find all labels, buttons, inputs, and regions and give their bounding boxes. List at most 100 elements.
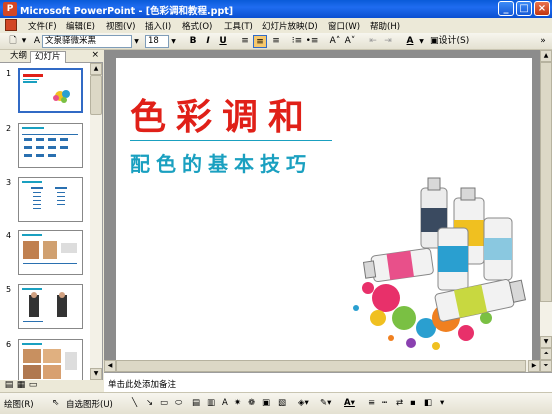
decrease-font-icon[interactable]: A˅ [343,35,357,48]
powerpoint-app-icon[interactable]: P [3,2,17,16]
picture-icon[interactable]: ▣ [262,398,270,408]
autoshapes-menu-button[interactable]: 自选图形(U) [66,398,113,410]
menu-edit[interactable]: 编辑(E) [66,20,95,32]
minimize-button[interactable]: _ [498,1,514,16]
bold-button[interactable]: B [186,35,200,48]
spray-cans-image[interactable] [316,168,532,358]
draw-menu-button[interactable]: 绘图(R) [4,398,34,410]
scroll-thumb[interactable] [90,75,102,115]
oval-tool-icon[interactable]: ⬭ [175,398,182,408]
picture-from-file-icon[interactable]: ▧ [278,398,286,408]
slideshow-view-icon[interactable]: ▭ [26,380,40,391]
current-slide[interactable]: 色彩调和 配色的基本技巧 [116,58,532,360]
slide-6-preview [22,343,77,379]
slide-scroll-down-icon[interactable]: ▼ [540,336,552,348]
bullet-list-icon[interactable]: •≡ [305,35,319,48]
new-document-icon[interactable]: 🗋 [6,35,20,48]
slide-3-preview [22,181,67,209]
tab-slides[interactable]: 幻灯片 [30,51,66,63]
font-color-dropdown-icon[interactable]: ▼ [417,35,426,48]
scroll-up-icon[interactable]: ▲ [90,63,102,75]
menu-window[interactable]: 窗口(W) [328,20,360,32]
draw-font-color-icon[interactable]: A▾ [344,398,355,408]
align-right-icon[interactable]: ≡ [269,35,283,48]
slide-thumbnail-4[interactable] [18,230,83,275]
fill-color-icon[interactable]: ◈▾ [298,398,309,408]
menu-insert[interactable]: 插入(I) [145,20,171,32]
slide-number: 3 [6,178,12,187]
scroll-left-icon[interactable]: ◀ [104,360,116,372]
menu-format[interactable]: 格式(O) [182,20,212,32]
view-buttons: ▤ ▦ ▭ [0,380,103,392]
slide-subtitle[interactable]: 配色的基本技巧 [130,148,312,177]
slide-thumbnail-1[interactable] [18,68,83,113]
scroll-down-icon[interactable]: ▼ [90,368,102,380]
next-slide-icon[interactable]: ⏷ [540,360,552,372]
align-center-icon[interactable]: ≡ [253,35,267,48]
menu-slideshow[interactable]: 幻灯片放映(D) [262,20,318,32]
arrow-tool-icon[interactable]: ↘ [146,398,153,408]
slide-scroll-thumb[interactable] [540,62,552,302]
menu-help[interactable]: 帮助(H) [370,20,400,32]
menu-tools[interactable]: 工具(T) [224,20,253,32]
arrow-style-icon[interactable]: ⇄ [396,398,403,408]
dash-style-icon[interactable]: ┅ [382,398,387,408]
tab-outline[interactable]: 大纲 [6,51,31,63]
size-dropdown-icon[interactable]: ▼ [169,35,178,48]
align-left-icon[interactable]: ≡ [238,35,252,48]
rectangle-tool-icon[interactable]: ▭ [160,398,168,408]
slide-thumbnail-3[interactable] [18,177,83,222]
line-tool-icon[interactable]: ╲ [132,398,137,408]
increase-indent-icon[interactable]: ⇥ [381,35,395,48]
drawing-toolbar: 绘图(R) ⇖ 自选图形(U) ╲ ↘ ▭ ⬭ ▤ ▥ A ✷ ❁ ▣ ▧ ◈▾… [0,392,552,414]
menu-view[interactable]: 视图(V) [106,20,135,32]
vertical-textbox-icon[interactable]: ▥ [207,398,215,408]
line-style-icon[interactable]: ≡ [368,398,375,408]
formatting-toolbar: 🗋 ▾ A 文泉驿微米黑 ▼ 18 ▼ B I U ≡ ≡ ≡ ⁝≡ •≡ A˄… [0,33,552,50]
slide-1-preview [23,74,70,103]
font-dropdown-icon[interactable]: ▼ [132,35,141,48]
menu-file[interactable]: 文件(F) [28,20,57,32]
design-button[interactable]: ▣设计(S) [430,35,478,48]
3d-style-icon[interactable]: ◧ [424,398,432,408]
notes-placeholder[interactable]: 单击此处添加备注 [108,378,176,390]
slide-5-preview [22,288,67,322]
italic-button[interactable]: I [201,35,215,48]
horizontal-scrollbar[interactable]: ◀ ▶ [104,360,540,372]
previous-slide-icon[interactable]: ⏶ [540,348,552,360]
pane-close-icon[interactable]: × [91,50,99,60]
clipart-icon[interactable]: ❁ [248,398,255,408]
wordart-icon[interactable]: A [222,398,228,408]
line-color-icon[interactable]: ✎▾ [320,398,331,408]
font-name-field[interactable]: 文泉驿微米黑 [42,35,132,48]
scroll-right-icon[interactable]: ▶ [528,360,540,372]
font-color-button[interactable]: A [403,35,417,48]
textbox-tool-icon[interactable]: ▤ [192,398,200,408]
document-icon[interactable] [5,19,17,31]
slide-title[interactable]: 色彩调和 [130,88,314,140]
slide-scroll-up-icon[interactable]: ▲ [540,50,552,62]
slide-editor[interactable]: 色彩调和 配色的基本技巧 [104,50,540,372]
thumbnails-scrollbar[interactable]: ▲ ▼ [90,63,102,380]
close-button[interactable]: × [534,1,550,16]
select-pointer-icon[interactable]: ⇖ [52,398,59,408]
slide-thumbnail-5[interactable] [18,284,83,329]
notes-pane[interactable]: 单击此处添加备注 [104,372,552,392]
shadow-icon[interactable]: ▪ [410,398,416,408]
numbered-list-icon[interactable]: ⁝≡ [290,35,304,48]
increase-font-icon[interactable]: A˄ [328,35,342,48]
slide-thumbnail-6[interactable] [18,339,83,380]
toolbar-overflow-icon[interactable]: » [538,35,548,48]
drawbar-overflow-icon[interactable]: ▾ [440,398,444,408]
hscroll-thumb[interactable] [116,360,526,372]
diagram-icon[interactable]: ✷ [234,398,241,408]
underline-button[interactable]: U [216,35,230,48]
maximize-button[interactable]: □ [516,1,532,16]
toolbar-chevron-icon[interactable]: ▾ [20,35,28,48]
decrease-indent-icon[interactable]: ⇤ [366,35,380,48]
menu-bar: 文件(F) 编辑(E) 视图(V) 插入(I) 格式(O) 工具(T) 幻灯片放… [0,18,552,33]
font-size-field[interactable]: 18 [145,35,169,48]
slide-scrollbar[interactable]: ▲ ▼ ⏶ ⏷ [540,50,552,372]
slide-number: 1 [6,69,12,78]
slide-thumbnail-2[interactable] [18,123,83,168]
